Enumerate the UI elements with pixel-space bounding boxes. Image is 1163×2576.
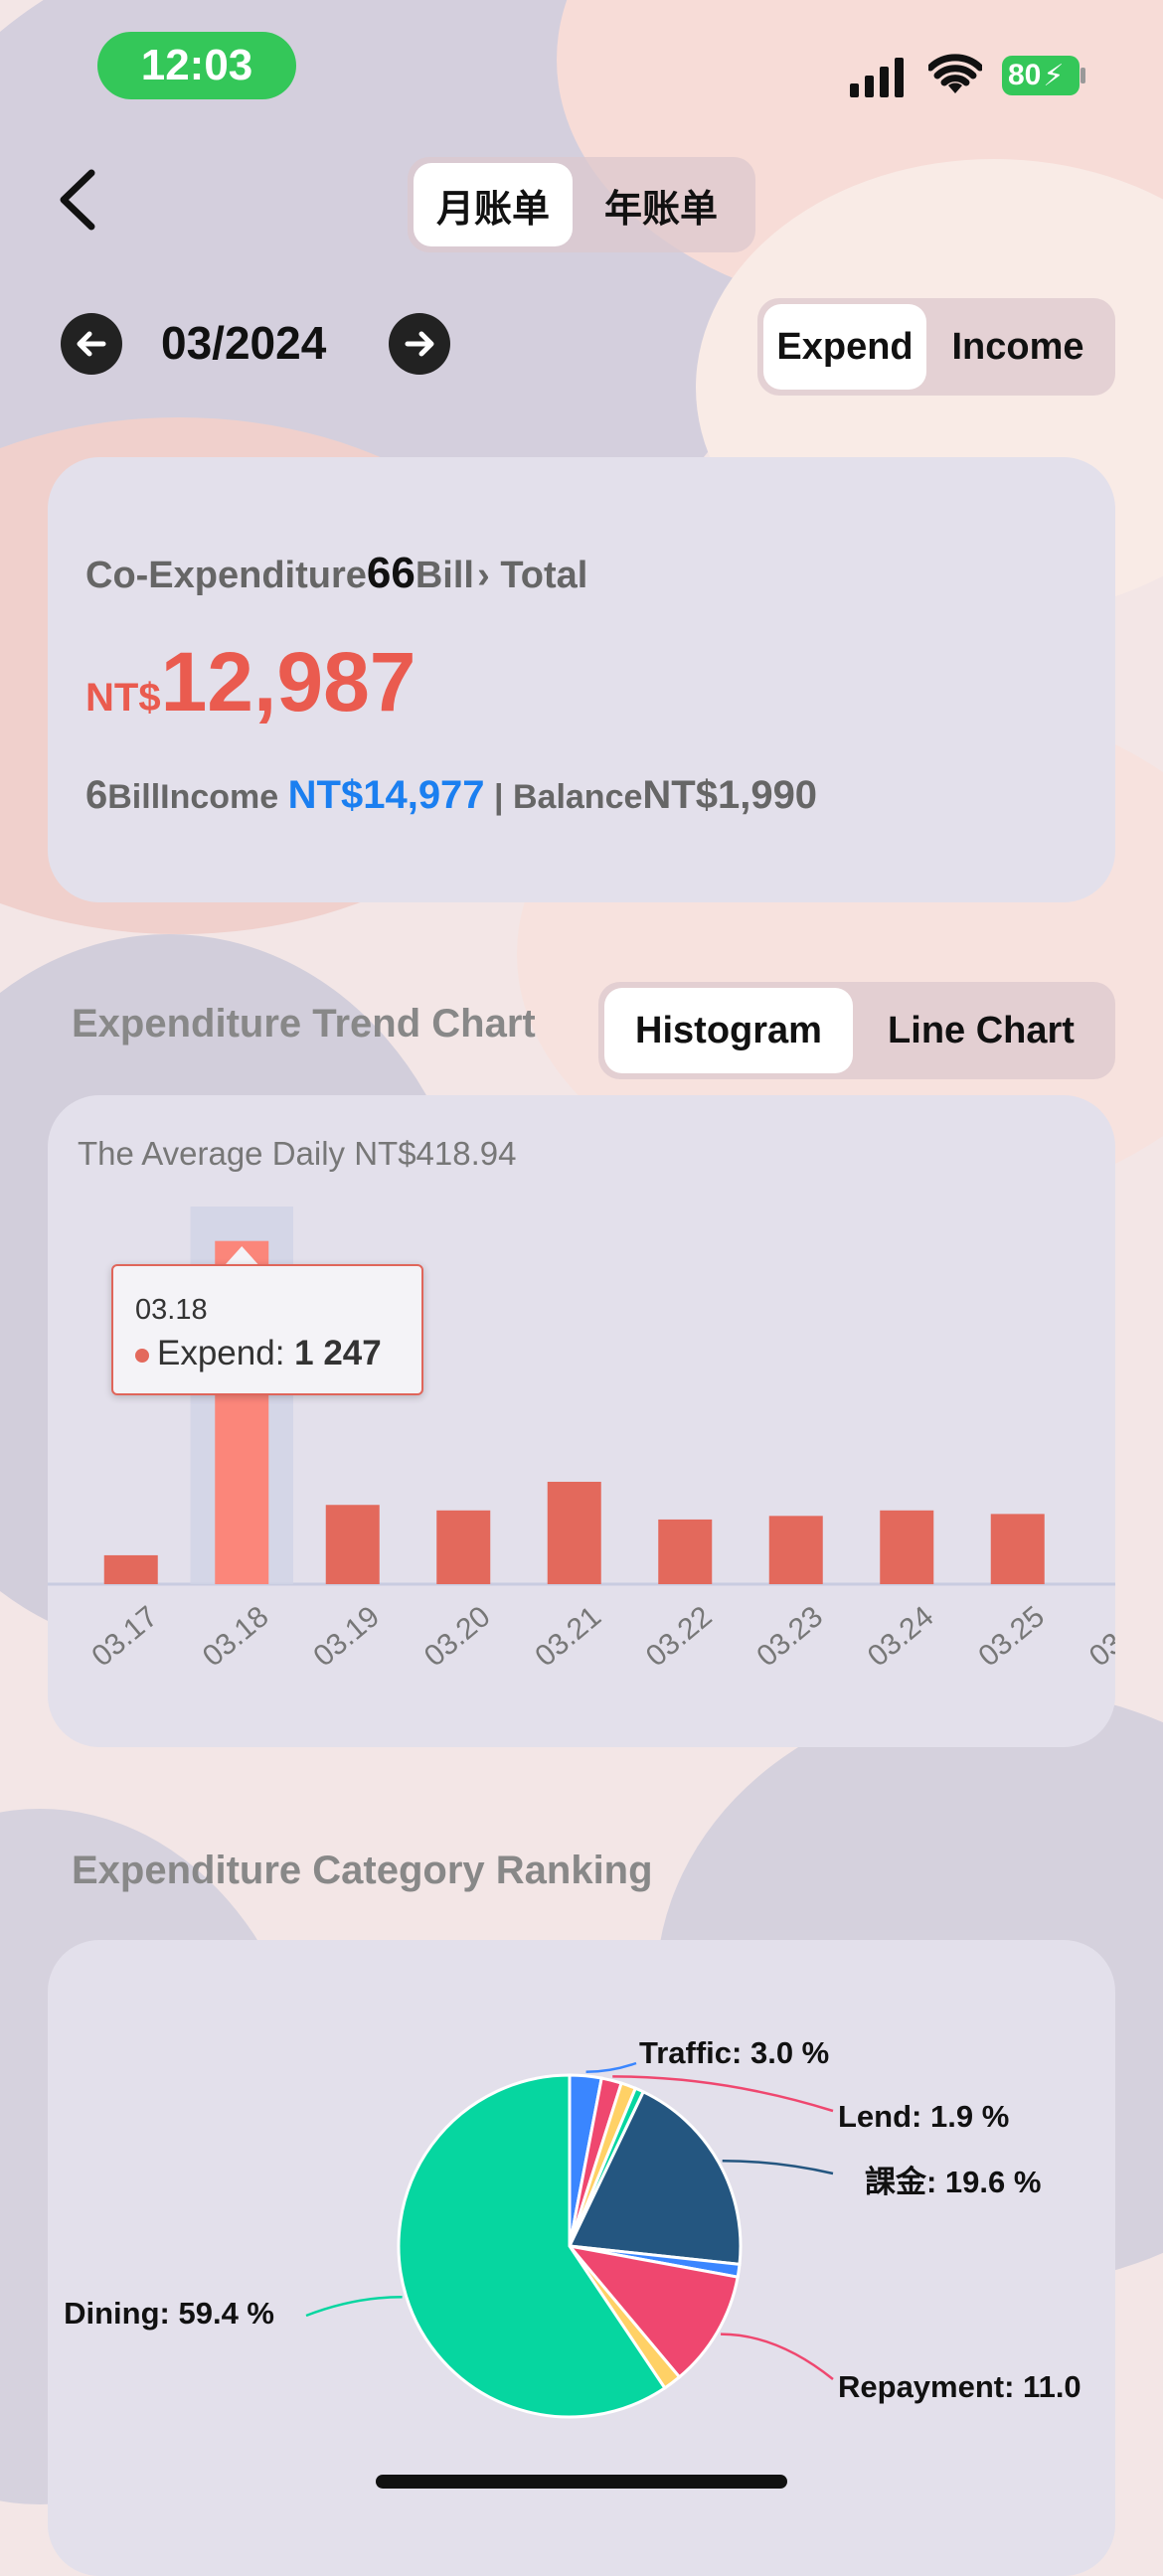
total-amount: NT$12,987 xyxy=(85,634,416,730)
arrow-left-icon xyxy=(77,331,106,357)
pie-label-line xyxy=(722,2159,834,2175)
x-tick-label: 03.23 xyxy=(750,1600,829,1674)
status-time: 12:03 xyxy=(97,32,296,99)
battery-level: 80 xyxy=(1008,59,1042,91)
summary-card: Co-Expenditure66Bill › Total NT$12,987 6… xyxy=(48,457,1115,902)
x-tick-label: 03.20 xyxy=(418,1600,497,1674)
tooltip-entry: Expend: 1 247 xyxy=(135,1334,382,1373)
category-pie-chart[interactable]: Traffic: 3.0 % Lend: 1.9 % 課金: 19.6 % Repay… xyxy=(48,1940,1115,2516)
toggle-expend[interactable]: Expend xyxy=(763,304,926,390)
x-tick-label: 03.19 xyxy=(307,1600,386,1674)
chart-tooltip: 03.18 Expend: 1 247 xyxy=(111,1264,423,1395)
tooltip-date: 03.18 xyxy=(135,1294,208,1326)
income-label: BillIncome xyxy=(107,778,279,816)
pie-label: Repayment: 11.0 xyxy=(838,2369,1081,2404)
tooltip-value: 1 247 xyxy=(294,1334,382,1372)
x-tick-label: 03.22 xyxy=(640,1600,719,1674)
x-tick-label: 03.18 xyxy=(197,1600,275,1674)
bar-03.25[interactable] xyxy=(990,1514,1045,1584)
tab-yearly[interactable]: 年账单 xyxy=(573,163,749,246)
income-count: 6 xyxy=(85,773,108,817)
pie-label: Lend: 1.9 % xyxy=(838,2099,1009,2134)
bar-03.21[interactable] xyxy=(547,1481,601,1584)
currency-symbol: NT$ xyxy=(85,676,161,720)
bar-03.22[interactable] xyxy=(658,1519,713,1584)
expenditure-label: Co-Expenditure xyxy=(85,555,367,596)
back-chevron-icon[interactable] xyxy=(56,167,99,233)
tooltip-series: Expend: xyxy=(157,1334,295,1372)
chart-mode-toggle: Histogram Line Chart xyxy=(598,982,1115,1079)
battery-indicator: 80 ⚡ xyxy=(1002,56,1080,95)
x-tick-label: 03.21 xyxy=(529,1600,607,1674)
bar-03.24[interactable] xyxy=(880,1510,934,1584)
time-text: 12:03 xyxy=(140,41,253,89)
pie-label-line xyxy=(721,2333,834,2380)
bar-03.17[interactable] xyxy=(103,1554,158,1584)
period-label: 03/2024 xyxy=(161,317,327,369)
balance-label: Balance xyxy=(512,778,643,816)
x-tick-label: 03.24 xyxy=(862,1600,940,1674)
wifi-icon xyxy=(928,54,982,93)
type-toggle: Expend Income xyxy=(757,298,1115,396)
bill-count: 66 xyxy=(366,549,415,597)
separator: | xyxy=(494,778,504,816)
balance-value: NT$1,990 xyxy=(642,773,818,817)
tab-monthly[interactable]: 月账单 xyxy=(414,163,573,246)
pie-label: Dining: 59.4 % xyxy=(64,2296,274,2331)
tooltip-series-dot xyxy=(135,1348,149,1363)
pie-label-line xyxy=(585,2061,637,2074)
total-value: 12,987 xyxy=(160,635,416,728)
arrow-right-icon xyxy=(405,331,434,357)
charging-bolt-icon: ⚡ xyxy=(1043,59,1065,92)
x-tick-label: 03.26 xyxy=(1083,1600,1115,1674)
mode-line-chart[interactable]: Line Chart xyxy=(853,988,1109,1073)
bar-03.19[interactable] xyxy=(325,1505,380,1584)
signal-icon xyxy=(850,58,904,97)
ranking-title: Expenditure Category Ranking xyxy=(72,1849,653,1892)
bar-03.20[interactable] xyxy=(436,1510,491,1584)
pie-label-line xyxy=(305,2295,403,2318)
expenditure-bar-chart[interactable]: 03.17 03.18 03.19 03.20 03.21 03.22 03.23 03.24… xyxy=(48,1095,1115,1747)
next-month-button[interactable] xyxy=(389,313,450,375)
mode-histogram[interactable]: Histogram xyxy=(604,988,853,1073)
x-tick-label: 03.25 xyxy=(972,1600,1051,1674)
income-balance-line: 6BillIncome NT$14,977 | BalanceNT$1,990 xyxy=(85,773,817,818)
battery-tip xyxy=(1080,68,1085,83)
bill-total-label: Bill › Total xyxy=(415,555,588,596)
x-tick-label: 03.17 xyxy=(85,1600,164,1674)
summary-heading: Co-Expenditure66Bill › Total xyxy=(85,549,587,598)
pie-label: 課金: 19.6 % xyxy=(865,2165,1041,2199)
trend-title: Expenditure Trend Chart xyxy=(72,1002,536,1046)
trend-card: The Average Daily NT$418.94 03.17 03.18 03… xyxy=(48,1095,1115,1747)
bar-03.23[interactable] xyxy=(768,1516,823,1584)
income-value: NT$14,977 xyxy=(287,773,485,817)
period-tabs: 月账单 年账单 xyxy=(408,157,755,252)
pie-label: Traffic: 3.0 % xyxy=(639,2035,829,2070)
toggle-income[interactable]: Income xyxy=(926,304,1109,390)
prev-month-button[interactable] xyxy=(61,313,122,375)
home-indicator xyxy=(376,2475,787,2489)
